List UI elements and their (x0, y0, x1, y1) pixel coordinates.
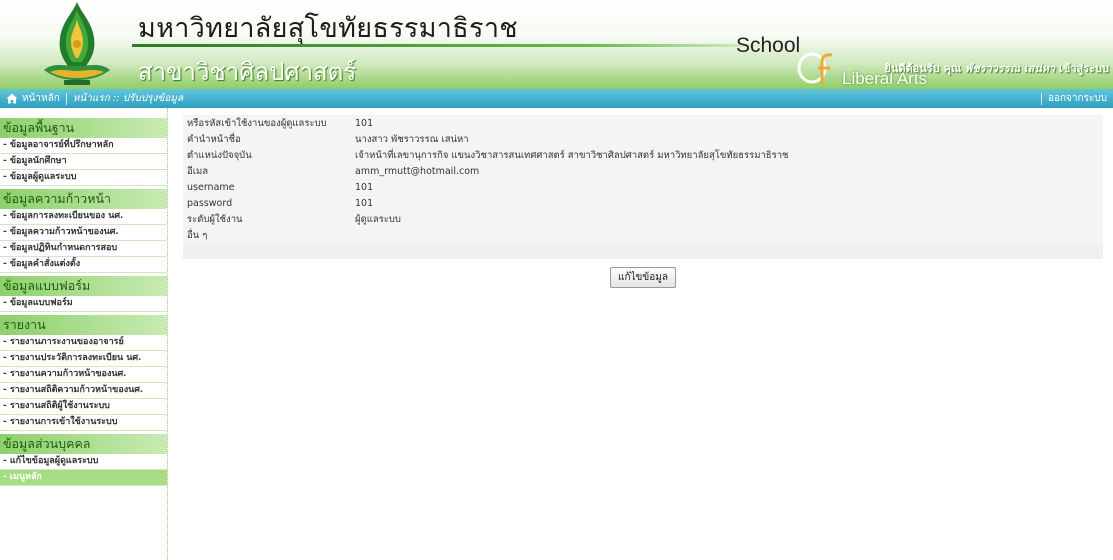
table-row: หรือรหัสเข้าใช้งานของผู้ดูแลระบบ 101 (183, 115, 1103, 131)
sidebar-heading-personal: ข้อมูลส่วนบุคคล (0, 434, 167, 454)
row-label: หรือรหัสเข้าใช้งานของผู้ดูแลระบบ (183, 115, 351, 131)
sidebar-item-exam-calendar[interactable]: - ข้อมูลปฏิทินกำหนดการสอบ (0, 241, 167, 257)
footer-cell (183, 244, 351, 259)
sidebar-item-report-workload[interactable]: - รายงานภาระงานของอาจารย์ (0, 335, 167, 351)
row-value: เจ้าหน้าที่เลขานุการกิจ แขนงวิชาสารสนเทศ… (351, 147, 1103, 163)
sidebar-item-report-registration-history[interactable]: - รายงานประวัติการลงทะเบียน นศ. (0, 351, 167, 367)
sidebar-item-student-progress[interactable]: - ข้อมูลความก้าวหน้าของนศ. (0, 225, 167, 241)
sidebar-heading-basic: ข้อมูลพื้นฐาน (0, 118, 167, 138)
table-row: username 101 (183, 179, 1103, 195)
row-value: ผู้ดูแลระบบ (351, 211, 1103, 227)
department-name: สาขาวิชาศิลปศาสตร์ (138, 58, 357, 86)
home-link[interactable]: หน้าหลัก (0, 89, 60, 108)
row-value: นางสาว พัชราวรรณ เสน่หา (351, 131, 1103, 147)
sidebar-item-edit-admin[interactable]: - แก้ไขข้อมูลผู้ดูแลระบบ (0, 454, 167, 470)
sidebar-item-forms[interactable]: - ข้อมูลแบบฟอร์ม (0, 296, 167, 312)
table-row: ตำแหน่งปัจจุบัน เจ้าหน้าที่เลขานุการกิจ … (183, 147, 1103, 163)
sidebar-item-report-progress[interactable]: - รายงานความก้าวหน้าของนศ. (0, 367, 167, 383)
nav-separator (65, 92, 67, 105)
table-row: ระดับผู้ใช้งาน ผู้ดูแลระบบ (183, 211, 1103, 227)
nav-bar: หน้าหลัก หน้าแรก :: ปรับปรุงข้อมูล ออกจา… (0, 89, 1113, 108)
profile-table: หรือรหัสเข้าใช้งานของผู้ดูแลระบบ 101 คำน… (183, 115, 1103, 259)
school-text: School (736, 34, 801, 57)
university-emblem-icon (44, 2, 110, 85)
welcome-message: ยินดีต้อนรับ คุณ พัชราวรรณ เสน่หา เข้าสู… (884, 59, 1109, 77)
footer-cell (351, 244, 1103, 259)
welcome-user-name: พัชราวรรณ เสน่หา (964, 62, 1056, 75)
edit-button-wrap: แก้ไขข้อมูล (183, 265, 1103, 288)
row-value: amm_rmutt@hotmail.com (351, 163, 1103, 179)
welcome-suffix: เข้าสู่ระบบ (1059, 62, 1109, 75)
row-value (351, 227, 1103, 244)
home-icon (6, 93, 18, 104)
row-label: username (183, 179, 351, 195)
of-swoosh-icon (797, 52, 833, 84)
sidebar-heading-forms: ข้อมูลแบบฟอร์ม (0, 276, 167, 296)
row-label: อีเมล (183, 163, 351, 179)
row-value: 101 (351, 115, 1103, 131)
home-label: หน้าหลัก (22, 93, 60, 104)
table-row: password 101 (183, 195, 1103, 211)
table-row: อีเมล amm_rmutt@hotmail.com (183, 163, 1103, 179)
row-label: ระดับผู้ใช้งาน (183, 211, 351, 227)
sidebar-item-admin[interactable]: - ข้อมูลผู้ดูแลระบบ (0, 170, 167, 186)
sidebar-item-report-access[interactable]: - รายงานการเข้าใช้งานระบบ (0, 415, 167, 431)
table-footer-row (183, 244, 1103, 259)
row-label: password (183, 195, 351, 211)
main-content: หรือรหัสเข้าใช้งานของผู้ดูแลระบบ 101 คำน… (183, 115, 1103, 288)
sidebar-item-appointment-order[interactable]: - ข้อมูลคำสั่งแต่งตั้ง (0, 257, 167, 273)
nav-separator (1040, 92, 1042, 105)
row-value: 101 (351, 195, 1103, 211)
row-value: 101 (351, 179, 1103, 195)
header-divider (132, 44, 782, 47)
sidebar-item-main-menu[interactable]: - เมนูหลัก (0, 470, 167, 486)
sidebar: ข้อมูลพื้นฐาน - ข้อมูลอาจารย์ที่ปรึกษาหล… (0, 108, 168, 560)
row-label: คำนำหน้าชื่อ (183, 131, 351, 147)
logout-link[interactable]: ออกจากระบบ (1035, 91, 1113, 106)
edit-profile-button[interactable]: แก้ไขข้อมูล (610, 267, 676, 288)
row-label: อื่น ๆ (183, 227, 351, 244)
logout-label: ออกจากระบบ (1047, 93, 1107, 104)
sidebar-item-student[interactable]: - ข้อมูลนักศึกษา (0, 154, 167, 170)
sidebar-heading-reports: รายงาน (0, 315, 167, 335)
welcome-prefix: ยินดีต้อนรับ คุณ (884, 62, 962, 75)
table-row: อื่น ๆ (183, 227, 1103, 244)
site-header: มหาวิทยาลัยสุโขทัยธรรมาธิราช สาขาวิชาศิล… (0, 0, 1113, 89)
university-name: มหาวิทยาลัยสุโขทัยธรรมาธิราช (138, 13, 518, 44)
table-row: คำนำหน้าชื่อ นางสาว พัชราวรรณ เสน่หา (183, 131, 1103, 147)
breadcrumb: หน้าแรก :: ปรับปรุงข้อมูล (72, 93, 184, 104)
sidebar-heading-progress: ข้อมูลความก้าวหน้า (0, 189, 167, 209)
sidebar-item-report-progress-stats[interactable]: - รายงานสถิติความก้าวหน้าของนศ. (0, 383, 167, 399)
sidebar-item-registration[interactable]: - ข้อมูลการลงทะเบียนของ นศ. (0, 209, 167, 225)
sidebar-item-advisor[interactable]: - ข้อมูลอาจารย์ที่ปรึกษาหลัก (0, 138, 167, 154)
row-label: ตำแหน่งปัจจุบัน (183, 147, 351, 163)
sidebar-item-report-user-stats[interactable]: - รายงานสถิติผู้ใช้งานระบบ (0, 399, 167, 415)
